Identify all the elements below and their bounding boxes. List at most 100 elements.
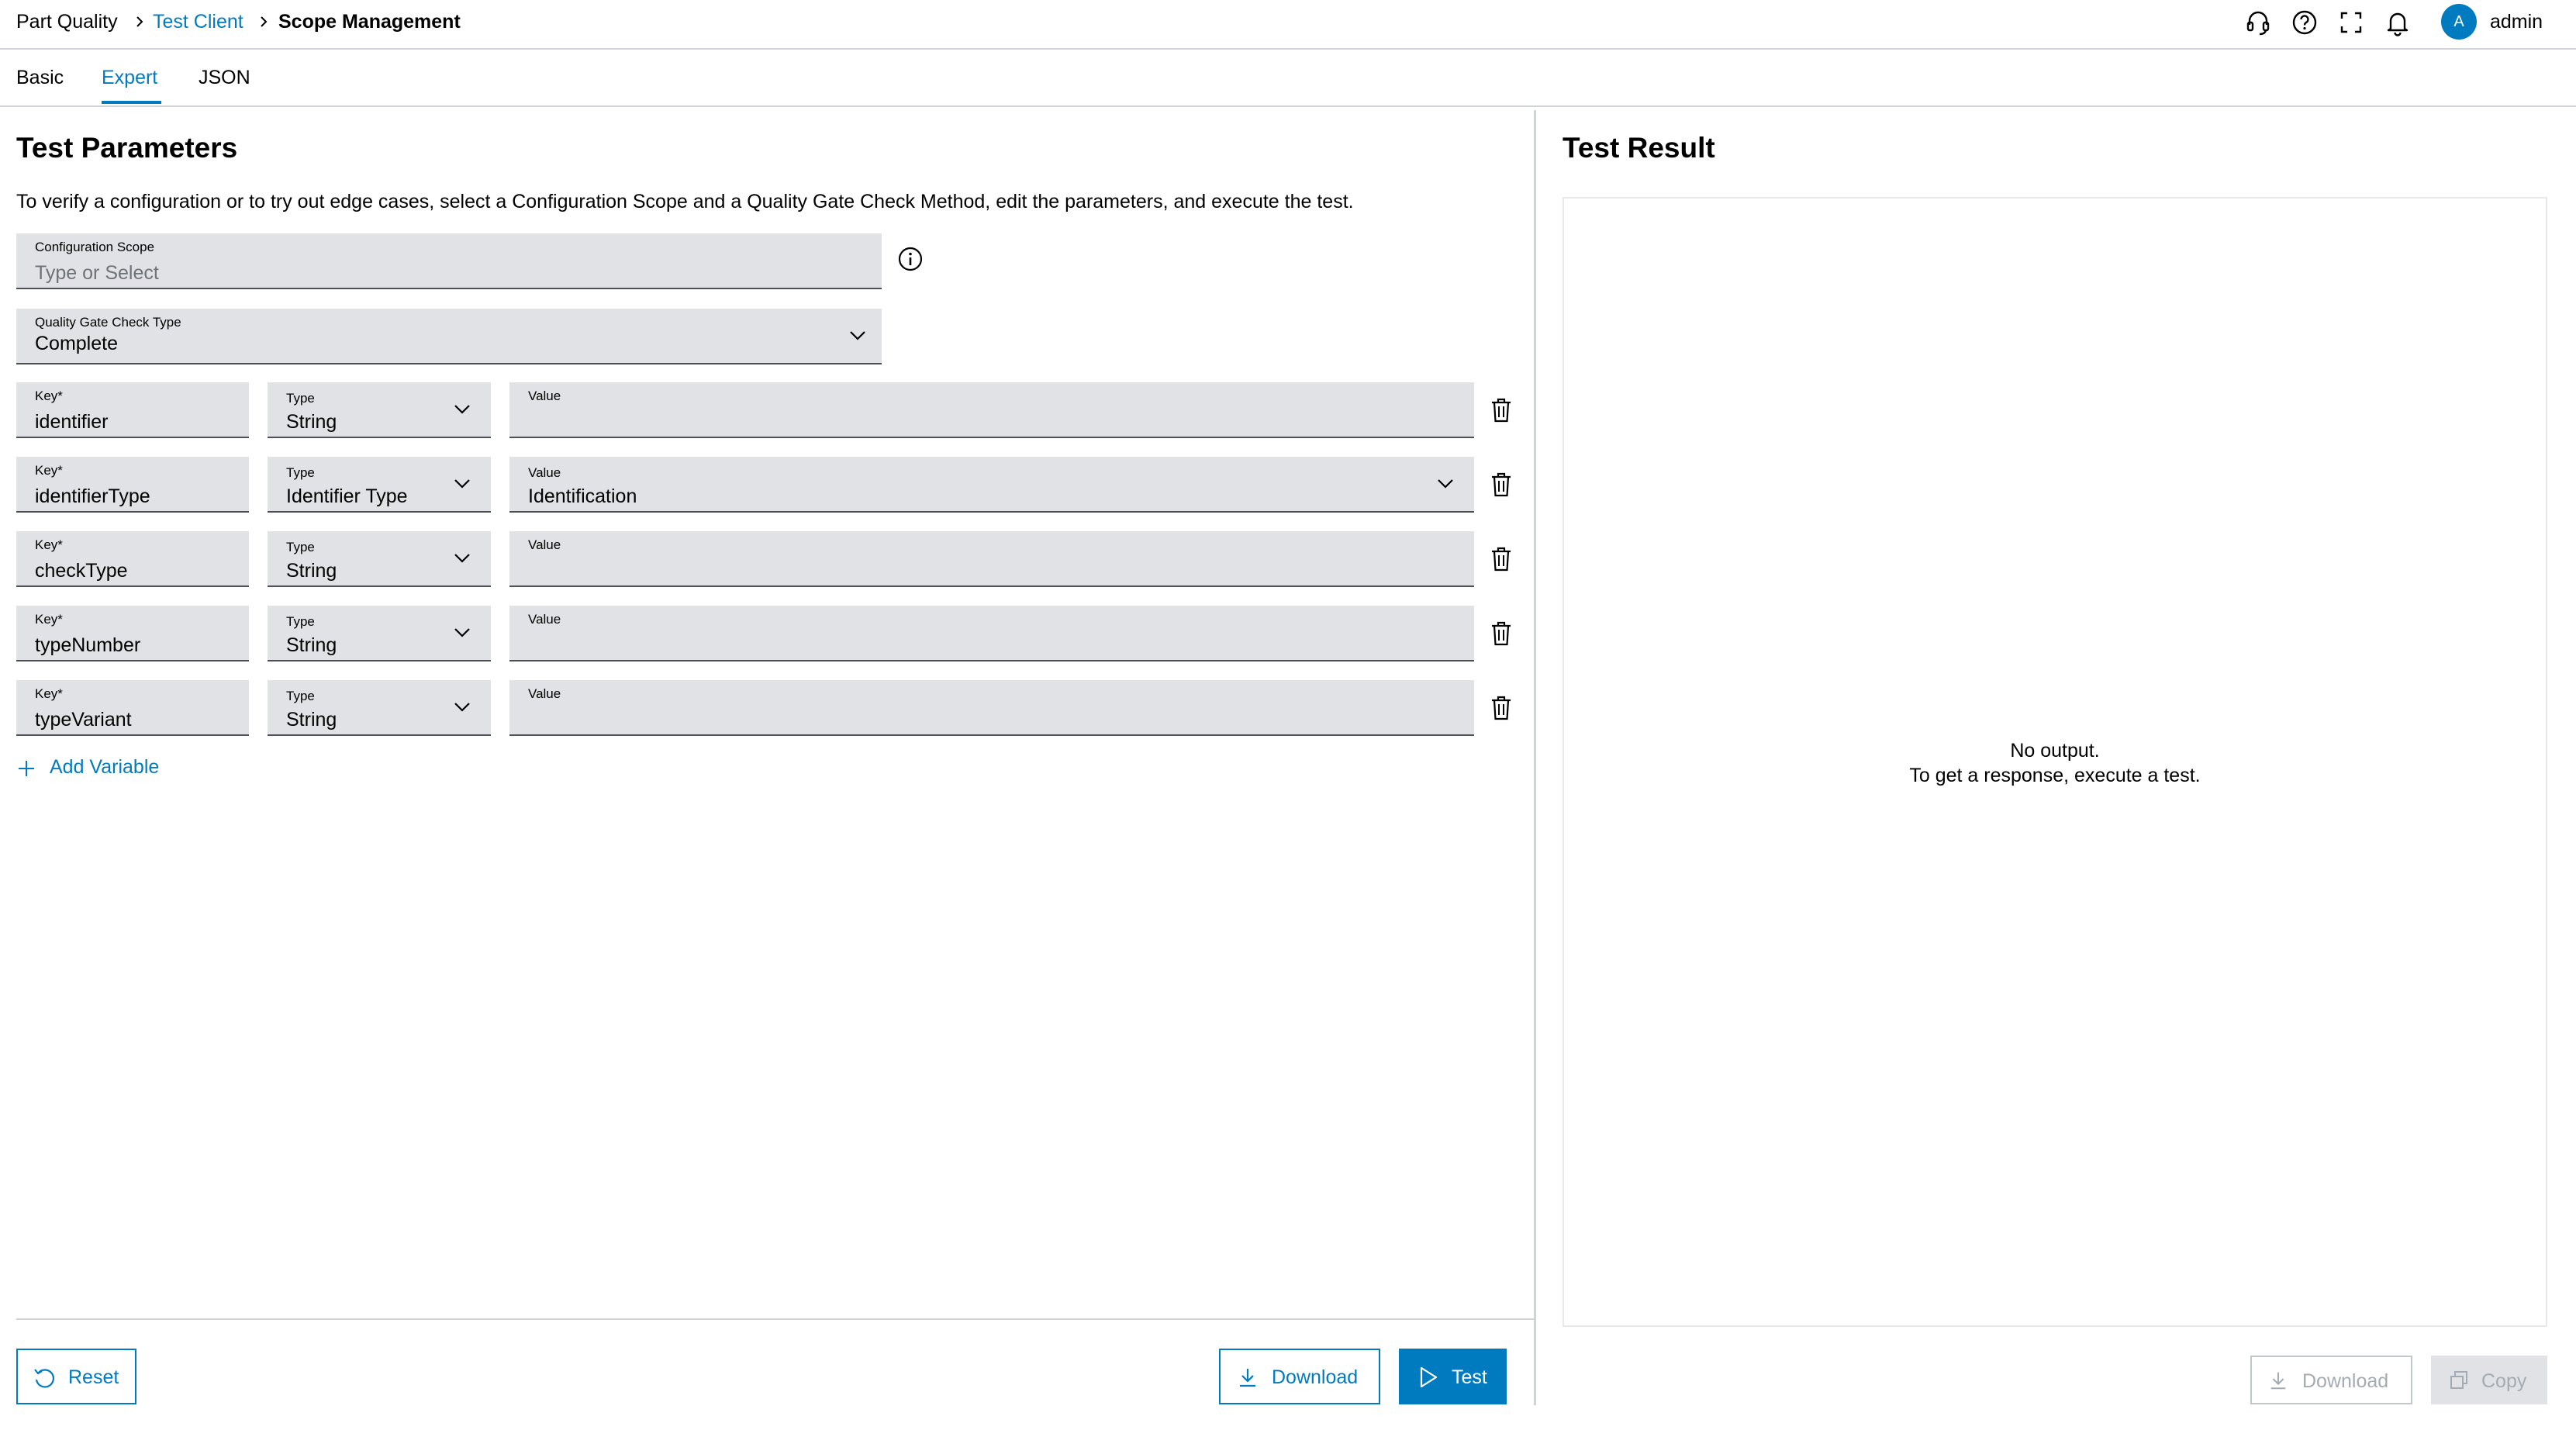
field-label: Value	[528, 465, 561, 480]
value-field[interactable]: Value	[509, 680, 1474, 736]
field-label: Type	[286, 689, 315, 703]
trash-icon[interactable]	[1490, 397, 1513, 423]
copy-label: Copy	[2481, 1370, 2527, 1392]
footer-divider	[16, 1318, 1536, 1320]
key-field[interactable]: Key* typeNumber	[16, 606, 249, 661]
trash-icon[interactable]	[1490, 620, 1513, 647]
test-label: Test	[1452, 1366, 1487, 1388]
info-icon[interactable]	[896, 245, 924, 273]
field-label: Value	[528, 389, 561, 403]
key-field[interactable]: Key* identifier	[16, 382, 249, 438]
value-field[interactable]: Value	[509, 382, 1474, 438]
chevron-down-icon	[454, 703, 470, 712]
breadcrumb-test-client[interactable]: Test Client	[153, 9, 243, 34]
reset-button[interactable]: Reset	[16, 1349, 136, 1404]
field-label: Key*	[35, 389, 63, 403]
key-field[interactable]: Key* identifierType	[16, 457, 249, 513]
download-button[interactable]: Download	[1219, 1349, 1380, 1404]
chevron-down-icon	[454, 554, 470, 563]
type-select[interactable]: Type String	[268, 382, 491, 438]
tab-basic[interactable]: Basic	[16, 65, 64, 90]
type-select[interactable]: Type String	[268, 606, 491, 661]
tab-expert[interactable]: Expert	[102, 65, 157, 90]
fullscreen-icon[interactable]	[2336, 8, 2366, 37]
key-input[interactable]: typeNumber	[35, 634, 140, 657]
breadcrumb-part-quality[interactable]: Part Quality	[16, 9, 118, 34]
chevron-down-icon	[454, 405, 470, 414]
value-field[interactable]: Value	[509, 531, 1474, 587]
field-label: Type	[286, 614, 315, 629]
field-label: Type	[286, 540, 315, 554]
headset-icon[interactable]	[2243, 8, 2273, 37]
result-download-label: Download	[2302, 1370, 2389, 1392]
chevron-down-icon	[454, 628, 470, 637]
add-variable-label: Add Variable	[50, 756, 160, 778]
username[interactable]: admin	[2490, 9, 2543, 34]
bell-icon[interactable]	[2383, 8, 2412, 37]
result-download-button[interactable]: Download	[2250, 1356, 2412, 1404]
field-label: Key*	[35, 463, 63, 478]
field-value: Identification	[528, 485, 637, 507]
help-icon[interactable]	[2290, 8, 2319, 37]
type-select[interactable]: Type String	[268, 531, 491, 587]
tab-json[interactable]: JSON	[199, 65, 250, 90]
field-value: Identifier Type	[286, 485, 408, 507]
avatar[interactable]: A	[2441, 4, 2477, 40]
field-value: String	[286, 411, 337, 433]
field-value: String	[286, 560, 337, 582]
plus-icon	[19, 761, 34, 776]
copy-button[interactable]: Copy	[2431, 1356, 2547, 1404]
app-header: Part Quality Test Client Scope Managemen…	[0, 0, 2576, 50]
chevron-right-icon	[136, 16, 143, 27]
test-button[interactable]: Test	[1399, 1349, 1507, 1404]
field-label: Value	[528, 537, 561, 552]
field-value: String	[286, 709, 337, 731]
play-icon	[1420, 1366, 1438, 1388]
quality-gate-check-type-select[interactable]: Quality Gate Check Type Complete	[16, 309, 882, 364]
field-label: Type	[286, 465, 315, 480]
field-label: Value	[528, 612, 561, 627]
key-field[interactable]: Key* checkType	[16, 531, 249, 587]
trash-icon[interactable]	[1490, 546, 1513, 572]
test-result-output: No output. To get a response, execute a …	[1563, 197, 2547, 1327]
field-label: Key*	[35, 612, 63, 627]
field-label: Key*	[35, 537, 63, 552]
test-result-title: Test Result	[1563, 132, 1715, 164]
value-select[interactable]: Value Identification	[509, 457, 1474, 513]
active-tab-indicator	[102, 101, 161, 104]
key-input[interactable]: checkType	[35, 559, 128, 582]
reset-label: Reset	[68, 1366, 119, 1388]
copy-icon	[2450, 1371, 2467, 1389]
no-output-hint: To get a response, execute a test.	[1909, 765, 2201, 786]
breadcrumb-scope-management: Scope Management	[278, 11, 461, 33]
chevron-down-icon	[454, 479, 470, 489]
download-icon	[1240, 1369, 1255, 1387]
key-input[interactable]: typeVariant	[35, 708, 132, 731]
configuration-scope-field[interactable]: Configuration Scope Type or Select	[16, 233, 882, 289]
chevron-down-icon	[850, 331, 865, 340]
field-label: Value	[528, 686, 561, 701]
trash-icon[interactable]	[1490, 471, 1513, 498]
key-input[interactable]: identifierType	[35, 485, 150, 508]
chevron-right-icon	[261, 16, 268, 27]
type-select[interactable]: Type String	[268, 680, 491, 736]
no-output-text: No output.	[2010, 740, 2100, 762]
download-label: Download	[1272, 1366, 1359, 1388]
field-label: Key*	[35, 686, 63, 701]
panel-divider	[1534, 110, 1536, 1405]
trash-icon[interactable]	[1490, 695, 1513, 721]
field-label: Type	[286, 391, 315, 406]
type-select[interactable]: Type Identifier Type	[268, 457, 491, 513]
test-parameters-title: Test Parameters	[16, 132, 238, 164]
field-value: Complete	[35, 333, 118, 354]
tab-bar: Basic Expert JSON	[0, 50, 2576, 107]
field-label: Configuration Scope	[35, 240, 155, 254]
test-parameters-description: To verify a configuration or to try out …	[16, 191, 1354, 212]
key-input[interactable]: identifier	[35, 410, 109, 433]
chevron-down-icon	[1438, 479, 1453, 489]
reset-icon	[34, 1369, 54, 1388]
field-value: String	[286, 634, 337, 656]
value-field[interactable]: Value	[509, 606, 1474, 661]
key-field[interactable]: Key* typeVariant	[16, 680, 249, 736]
configuration-scope-input[interactable]: Type or Select	[35, 261, 159, 285]
